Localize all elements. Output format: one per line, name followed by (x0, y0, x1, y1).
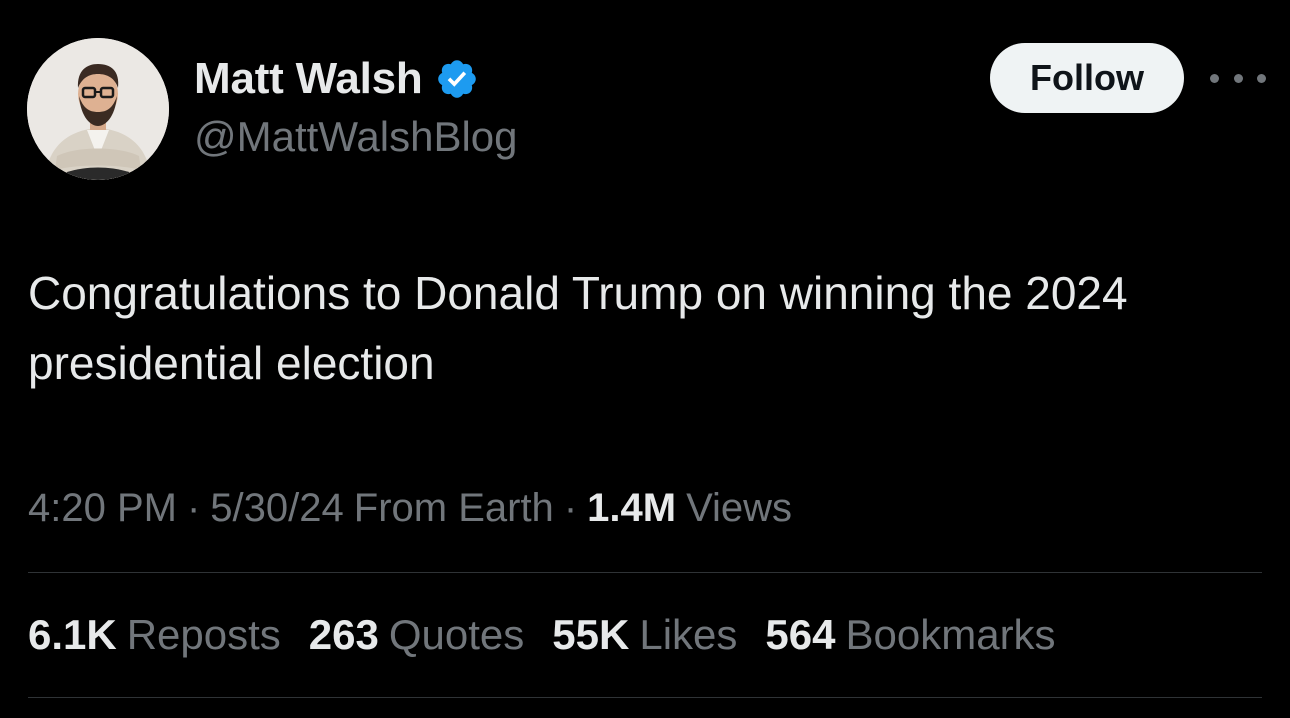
stat-count: 55K (552, 611, 630, 658)
divider (28, 572, 1262, 573)
tweet-text: Congratulations to Donald Trump on winni… (28, 267, 1128, 389)
views-count: 1.4M (587, 485, 677, 530)
follow-button[interactable]: Follow (990, 43, 1184, 113)
verified-badge-icon[interactable] (435, 57, 479, 101)
views-label: Views (686, 485, 793, 530)
stat-count: 564 (765, 611, 836, 658)
more-dot (1210, 73, 1219, 83)
stat-label: Likes (639, 611, 738, 658)
stat-count: 263 (308, 611, 379, 658)
tweet-detail: Matt Walsh @MattWalshBlog Follow Congrat… (0, 0, 1290, 718)
stat-likes[interactable]: 55K Likes (552, 611, 737, 659)
stat-bookmarks[interactable]: 564 Bookmarks (765, 611, 1055, 659)
stat-label: Reposts (126, 611, 281, 658)
divider (28, 697, 1262, 698)
author-handle[interactable]: @MattWalshBlog (194, 113, 518, 161)
tweet-date[interactable]: 5/30/24 (210, 486, 343, 531)
more-horizontal-icon[interactable] (1210, 60, 1266, 96)
meta-separator: · (186, 485, 201, 530)
stat-reposts[interactable]: 6.1K Reposts (28, 611, 281, 659)
stat-quotes[interactable]: 263 Quotes (309, 611, 525, 659)
tweet-time[interactable]: 4:20 PM (28, 486, 177, 531)
engagement-stats: 6.1K Reposts 263 Quotes 55K Likes 564 Bo… (28, 606, 1084, 664)
avatar[interactable] (27, 38, 169, 180)
author-name-row: Matt Walsh (194, 52, 479, 106)
author-display-name[interactable]: Matt Walsh (194, 54, 423, 104)
more-dot (1233, 73, 1243, 83)
stat-label: Bookmarks (845, 611, 1056, 658)
avatar-image (27, 38, 169, 180)
meta-separator: · (563, 485, 578, 530)
stat-label: Quotes (388, 611, 525, 658)
tweet-source: From Earth (353, 485, 554, 530)
stat-count: 6.1K (28, 611, 117, 658)
tweet-meta: 4:20 PM · 5/30/24 From Earth · 1.4M View… (28, 480, 792, 536)
more-dot (1257, 73, 1266, 83)
